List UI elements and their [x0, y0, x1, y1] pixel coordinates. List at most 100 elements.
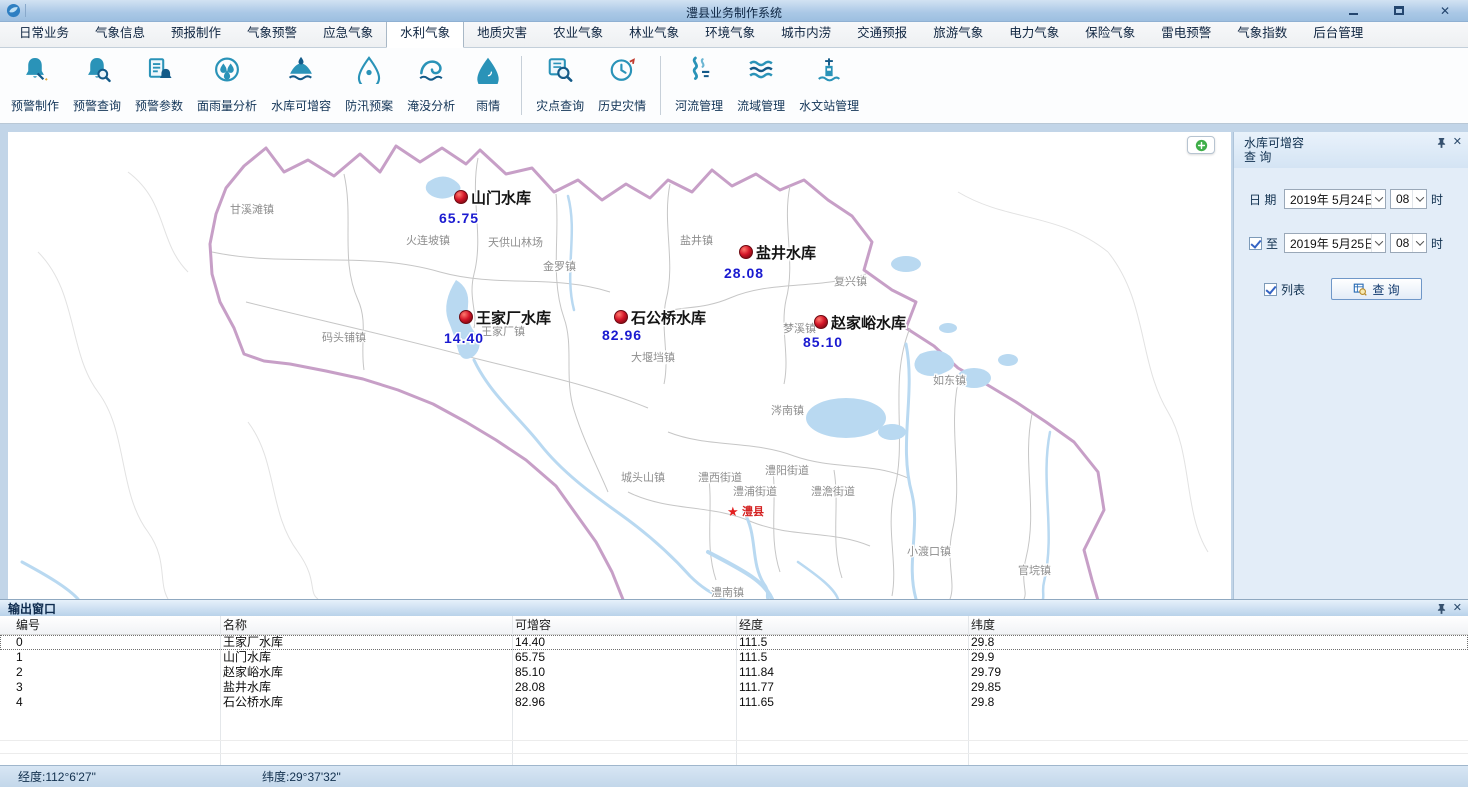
flood-plan-icon	[354, 55, 384, 84]
svg-text:28.08: 28.08	[724, 265, 764, 281]
column-header-name[interactable]: 名称	[220, 618, 512, 633]
basin-manage-button[interactable]: 流域管理	[730, 51, 792, 121]
svg-text:82.96: 82.96	[602, 327, 642, 343]
hour-to-select[interactable]: 08	[1390, 233, 1427, 253]
town-label: 复兴镇	[834, 274, 867, 288]
town-label: 甘溪滩镇	[230, 202, 274, 216]
river-manage-button[interactable]: 河流管理	[668, 51, 730, 121]
map-canvas[interactable]: 甘溪滩镇 火连坡镇 天供山林场 金罗镇 盐井镇 复兴镇 码头铺镇 王家厂镇 梦溪…	[8, 132, 1231, 599]
area-rainfall-button[interactable]: 面雨量分析	[190, 51, 264, 121]
town-label: 梦溪镇	[783, 321, 816, 335]
reservoir-query-panel: 水库可增容 查 询 ✕ 日 期 2019年 5月24日 08 时	[1233, 132, 1468, 599]
bell-edit-icon	[20, 55, 50, 84]
title-bar: 澧县业务制作系统 ✕	[0, 0, 1468, 22]
app-logo-icon	[6, 3, 21, 18]
close-button[interactable]: ✕	[1436, 3, 1454, 19]
disaster-search-icon	[545, 55, 575, 84]
panel-title-line2: 查 询	[1244, 150, 1460, 164]
svg-text:石公桥水库: 石公桥水库	[630, 309, 706, 327]
svg-text:14.40: 14.40	[444, 330, 484, 346]
close-output-icon[interactable]: ✕	[1453, 603, 1462, 614]
map-zoom-button[interactable]	[1187, 136, 1215, 154]
status-longitude: 经度:112°6'27"	[18, 768, 262, 785]
maximize-icon	[1394, 6, 1404, 15]
date-from-row: 日 期 2019年 5月24日 08 时	[1249, 189, 1462, 209]
column-header-latitude[interactable]: 纬度	[968, 618, 1468, 633]
town-label: 码头铺镇	[322, 330, 366, 344]
raindrop-icon	[473, 55, 503, 84]
county-map: 甘溪滩镇 火连坡镇 天供山林场 金罗镇 盐井镇 复兴镇 码头铺镇 王家厂镇 梦溪…	[8, 132, 1231, 599]
town-label: 澧浦街道	[733, 484, 777, 498]
minimize-button[interactable]	[1344, 3, 1362, 19]
warning-query-button[interactable]: 预警查询	[66, 51, 128, 121]
svg-text:85.10: 85.10	[803, 334, 843, 350]
svg-text:澧县: 澧县	[742, 504, 764, 518]
doc-params-icon	[144, 55, 174, 84]
chevron-down-icon	[1412, 234, 1426, 252]
county-seat-marker: ★ 澧县	[727, 504, 764, 519]
panel-title-line1: 水库可增容	[1244, 136, 1460, 150]
town-label: 澧阳街道	[765, 463, 809, 477]
date-to-select[interactable]: 2019年 5月25日	[1284, 233, 1386, 253]
town-label: 大堰垱镇	[631, 350, 675, 364]
to-label: 至	[1266, 235, 1278, 252]
output-title: 输出窗口	[8, 600, 56, 617]
query-button-icon	[1353, 282, 1367, 296]
query-button[interactable]: 查 询	[1331, 278, 1422, 300]
zoom-plus-icon	[1195, 139, 1208, 152]
history-disaster-button[interactable]: 历史灾情	[591, 51, 653, 121]
chevron-down-icon	[1412, 190, 1426, 208]
hydro-station-manage-button[interactable]: 水文站管理	[792, 51, 866, 121]
town-label: 如东镇	[933, 373, 966, 387]
to-date-checkbox[interactable]	[1249, 237, 1262, 250]
date-label: 日 期	[1249, 191, 1284, 208]
svg-text:盐井水库: 盐井水库	[756, 244, 816, 262]
disaster-point-query-button[interactable]: 灾点查询	[529, 51, 591, 121]
pin-icon[interactable]	[1437, 603, 1446, 614]
window-title: 澧县业务制作系统	[686, 4, 782, 21]
toolbar-separator	[660, 56, 661, 115]
chevron-down-icon	[1371, 234, 1385, 252]
row-separator	[0, 740, 1468, 741]
rain-condition-button[interactable]: 雨情	[462, 51, 514, 121]
hour-unit-label: 时	[1431, 191, 1443, 208]
svg-text:王家厂水库: 王家厂水库	[476, 309, 551, 327]
toolbar-separator	[521, 56, 522, 115]
bell-search-icon	[82, 55, 112, 84]
status-latitude: 纬度:29°37'32"	[262, 768, 341, 785]
svg-text:赵家峪水库: 赵家峪水库	[830, 314, 906, 332]
main-dock-area: 甘溪滩镇 火连坡镇 天供山林场 金罗镇 盐井镇 复兴镇 码头铺镇 王家厂镇 梦溪…	[0, 124, 1468, 599]
town-label: 官垸镇	[1018, 563, 1051, 577]
reservoir-capacity-button[interactable]: 水库可增容	[264, 51, 338, 121]
maximize-button[interactable]	[1390, 3, 1408, 19]
column-header-capacity[interactable]: 可增容	[512, 618, 736, 633]
status-bar: 经度:112°6'27" 纬度:29°37'32"	[0, 765, 1468, 787]
list-checkbox[interactable]	[1264, 283, 1277, 296]
town-label: 澧澹街道	[811, 484, 855, 498]
list-label: 列表	[1281, 281, 1305, 298]
ribbon-toolbar: 预警制作 预警查询 预警参数 面雨量分析	[0, 48, 1468, 124]
date-from-select[interactable]: 2019年 5月24日	[1284, 189, 1386, 209]
town-label: 小渡口镇	[907, 544, 951, 558]
column-header-id[interactable]: 编号	[0, 618, 220, 633]
warning-params-button[interactable]: 预警参数	[128, 51, 190, 121]
close-panel-icon[interactable]: ✕	[1453, 137, 1462, 148]
column-separator	[512, 616, 513, 765]
river-icon	[684, 55, 714, 84]
flood-plan-button[interactable]: 防汛预案	[338, 51, 400, 121]
inundation-analysis-button[interactable]: 淹没分析	[400, 51, 462, 121]
town-label: 涔南镇	[771, 403, 804, 417]
column-header-longitude[interactable]: 经度	[736, 618, 968, 633]
warning-make-button[interactable]: 预警制作	[4, 51, 66, 121]
town-label: 天供山林场	[488, 235, 543, 249]
hour-from-select[interactable]: 08	[1390, 189, 1427, 209]
star-icon: ★	[727, 504, 739, 519]
output-table: 编号 名称 可增容 经度 纬度 0 王家厂水库 14.40 111.5 29.8…	[0, 616, 1468, 765]
reservoir-wave-icon	[286, 55, 316, 84]
town-label: 澧西街道	[698, 470, 742, 484]
pin-icon[interactable]	[1437, 137, 1446, 148]
list-query-row: 列表 查 询	[1264, 278, 1462, 300]
svg-text:山门水库: 山门水库	[471, 189, 531, 207]
panel-caption: 水库可增容 查 询 ✕	[1234, 132, 1468, 168]
titlebar-divider	[25, 4, 26, 17]
